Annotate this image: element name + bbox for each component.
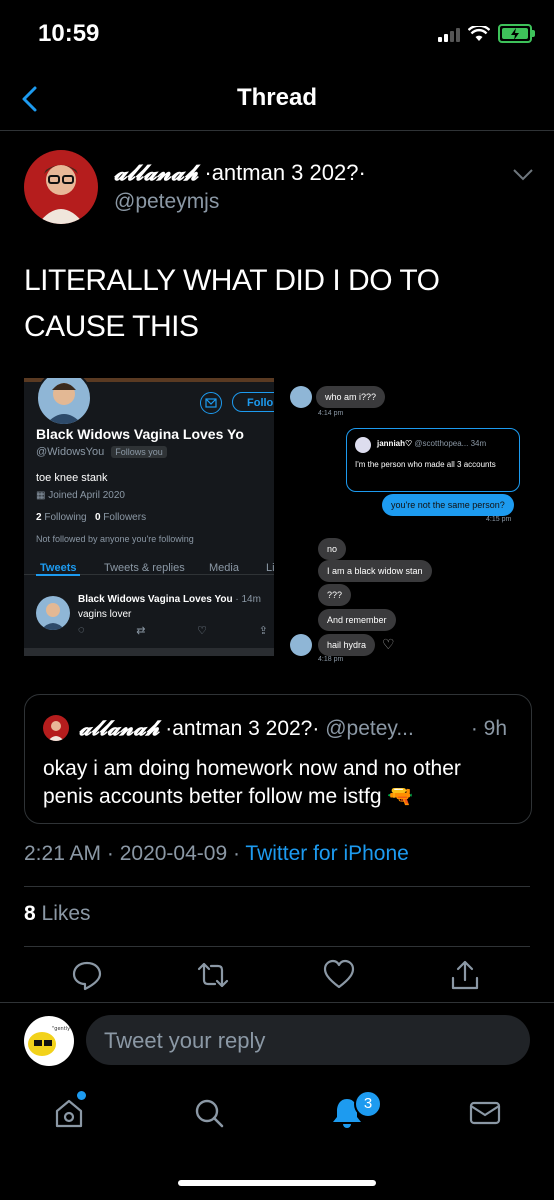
follows-you-badge: Follows you [111,446,167,458]
tweet-meta: 2:21 AM · 2020-04-09 · Twitter for iPhon… [24,842,409,866]
dm-message: I am a black widow stan [318,560,432,582]
likes-label: Likes [35,902,91,925]
retweet-icon[interactable] [196,958,230,992]
reply-placeholder: Tweet your reply [104,1028,266,1053]
cellular-signal-icon [438,26,460,42]
profile-tab-replies[interactable]: Tweets & replies [104,562,185,574]
mini-tweet-text: vagins lover [78,609,132,620]
joined-text: Joined April 2020 [48,490,125,501]
mini-share-icon: ⇪ [258,625,268,637]
quoted-time: 34m [470,439,487,448]
dm-message: you're not the same person? [382,494,514,516]
dm-time: 4:15 pm [486,516,512,523]
likes-count[interactable]: 8 Likes [24,902,91,926]
mini-retweet-icon: ⇄ [136,625,146,637]
status-icons [438,24,535,43]
following-label: Following [44,512,87,523]
messages-icon[interactable] [468,1096,502,1130]
search-icon[interactable] [192,1096,226,1130]
mini-tweet-header: Black Widows Vagina Loves You · 14m [78,594,261,605]
user-avatar[interactable]: "gently holds [24,1016,74,1066]
dm-message: And remember [318,609,396,631]
quoted-text: I'm the person who made all 3 accounts [355,460,496,469]
profile-bio: toe knee stank [36,472,108,484]
profile-handle: @WidowsYou Follows you [36,446,167,458]
quote-time: · 9h [470,717,507,740]
chevron-down-icon[interactable] [512,168,534,182]
mini-tweet-avatar [36,596,70,630]
tweet-source-link[interactable]: Twitter for iPhone [245,842,408,865]
share-icon[interactable] [448,958,482,992]
notifications-badge: 3 [354,1090,382,1118]
dm-time: 4:18 pm [318,656,344,663]
quote-avatar [43,715,69,741]
mail-icon[interactable] [200,392,222,414]
joined-date: ▦ Joined April 2020 [36,490,125,501]
quote-header: 𝓪𝓵𝓵𝓪𝓷𝓪𝓱 ·antman 3 202?· @petey... [79,715,414,741]
quote-author-rest: ·antman 3 202?· [159,717,320,740]
tweet-timestamp: 2:21 AM · 2020-04-09 · [24,842,246,865]
dm-time: 4:14 pm [318,410,344,417]
not-followed-note: Not followed by anyone you're following [36,534,194,544]
profile-name: Black Widows Vagina Loves Yo [36,426,244,442]
home-new-dot [77,1091,86,1100]
quoted-avatar [355,437,371,453]
tweet-text: LITERALLY WHAT DID I DO TO CAUSE THIS [24,264,440,343]
wifi-icon [468,25,490,41]
profile-avatar [36,378,92,426]
reply-icon[interactable] [70,958,104,992]
mini-tweet-time: · 14m [235,594,261,605]
profile-handle-text: @WidowsYou [36,446,105,458]
author-name-rest: ·antman 3 202?· [198,160,366,185]
author-avatar[interactable] [24,150,98,224]
profile-tab-tweets[interactable]: Tweets [40,562,76,574]
media-image-messages[interactable]: who am i??? 4:14 pm janniah♡ @scotthopea… [284,378,534,668]
likes-number: 8 [24,902,36,925]
follow-button[interactable]: Follo [232,392,274,412]
home-icon[interactable] [52,1096,86,1130]
media-image-profile[interactable]: Follo Black Widows Vagina Loves Yo @Wido… [24,378,274,656]
quoted-header: janniah♡ @scotthopea... 34m [377,439,486,448]
nav-bar: Thread [0,70,554,131]
tweet-actions [0,958,554,1002]
profile-tab-likes[interactable]: Li [266,562,274,574]
battery-icon [498,24,535,43]
profile-tab-media[interactable]: Media [209,562,239,574]
followers-count: 0 [94,512,101,523]
author-handle[interactable]: @peteymjs [114,190,219,214]
author-name[interactable]: 𝓪𝓵𝓵𝓪𝓷𝓪𝓱 ·antman 3 202?· [114,160,366,186]
mini-tweet-name: Black Widows Vagina Loves You [78,594,233,605]
home-indicator [178,1180,376,1186]
quoted-name: janniah♡ [377,439,413,448]
follow-counts: 2 Following 0 Followers [36,512,146,523]
dm-like-icon: ♡ [382,636,395,652]
dm-avatar [290,386,312,408]
followers-label: Followers [103,512,147,523]
quoted-tweet[interactable]: 𝓪𝓵𝓵𝓪𝓷𝓪𝓱 ·antman 3 202?· @petey... · 9h o… [24,694,532,824]
dm-avatar [290,634,312,656]
quote-author-styled: 𝓪𝓵𝓵𝓪𝓷𝓪𝓱 [79,715,160,740]
dm-message: hail hydra [318,634,376,656]
mini-reply-icon: ◌ [78,624,85,636]
quote-text: okay i am doing homework now and no othe… [43,757,461,808]
calendar-icon: ▦ [36,490,46,501]
following-count: 2 [36,512,42,523]
quote-handle: @petey... [325,717,414,740]
quoted-handle: @scotthopea... [414,439,469,448]
status-time: 10:59 [38,20,100,47]
dm-message: who am i??? [316,386,386,408]
page-title: Thread [236,84,317,111]
mini-like-icon: ♡ [197,625,208,637]
author-name-styled: 𝓪𝓵𝓵𝓪𝓷𝓪𝓱 [114,160,199,186]
mini-tweet-actions: ◌ ⇄ ♡ ⇪ [78,624,268,637]
dm-message: no [318,538,347,560]
dm-message: ??? [318,584,352,606]
like-icon[interactable] [322,958,356,992]
dm-quoted-tweet: janniah♡ @scotthopea... 34m I'm the pers… [346,428,520,492]
